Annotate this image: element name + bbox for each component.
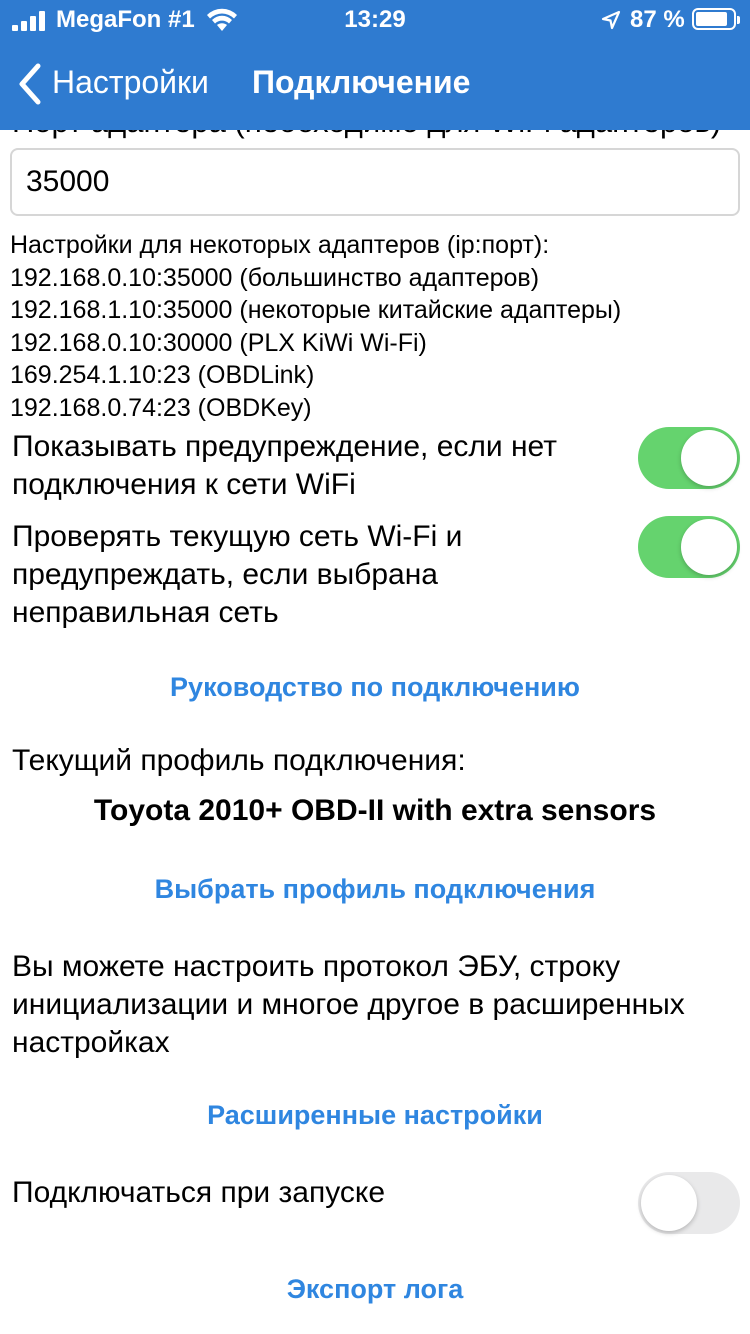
hint-line: 169.254.1.10:23 (OBDLink) — [10, 361, 315, 389]
hint-line: 192.168.0.10:30000 (PLX KiWi Wi-Fi) — [10, 328, 427, 357]
battery-icon — [692, 8, 740, 30]
battery-percent: 87 % — [630, 6, 685, 33]
navigation-bar: MegaFon #1 13:29 87 % Настройки Подключе… — [0, 0, 750, 130]
nav-row: Настройки Подключение — [0, 56, 750, 112]
warn-no-wifi-label: Показывать предупреждение, если нет подк… — [12, 430, 557, 501]
toggle-knob — [641, 1175, 697, 1231]
warn-no-wifi-toggle[interactable] — [638, 427, 740, 489]
check-network-label: Проверять текущую сеть Wi-Fi и предупреж… — [12, 520, 463, 629]
profile-name: Toyota 2010+ OBD-II with extra sensors — [93, 794, 657, 827]
adapter-hints: Настройки для некоторых адаптеров (ip:по… — [10, 229, 621, 424]
hint-line: Настройки для некоторых адаптеров (ip:по… — [10, 231, 550, 259]
screen: Порт адаптера (необходимо для WiFi адапт… — [0, 0, 750, 1334]
toggle-knob — [681, 430, 737, 486]
hint-line: 192.168.0.10:35000 (большинство адаптеро… — [10, 263, 540, 292]
connect-on-start-toggle[interactable] — [638, 1172, 740, 1234]
page-title: Подключение — [252, 64, 471, 100]
choose-profile-link[interactable]: Выбрать профиль подключения — [0, 874, 750, 905]
chevron-left-icon[interactable] — [14, 62, 44, 106]
connection-guide-link[interactable]: Руководство по подключению — [0, 672, 750, 703]
port-input[interactable]: 35000 — [10, 148, 740, 216]
connect-on-start-label: Подключаться при запуске — [12, 1176, 386, 1209]
export-log-link[interactable]: Экспорт лога — [0, 1274, 750, 1305]
advanced-info-text: Вы можете настроить протокол ЭБУ, строку… — [12, 950, 685, 1059]
status-bar: MegaFon #1 13:29 87 % — [0, 0, 750, 40]
toggle-knob — [681, 519, 737, 575]
hint-line: 192.168.0.74:23 (OBDKey) — [10, 393, 312, 422]
back-button[interactable]: Настройки — [52, 64, 209, 101]
check-network-toggle[interactable] — [638, 516, 740, 578]
battery-level-fill — [696, 12, 727, 26]
hint-line: 192.168.1.10:35000 (некоторые китайские … — [10, 296, 622, 324]
location-arrow-icon — [601, 10, 621, 30]
profile-heading: Текущий профиль подключения: — [12, 744, 466, 777]
advanced-settings-link[interactable]: Расширенные настройки — [0, 1100, 750, 1131]
